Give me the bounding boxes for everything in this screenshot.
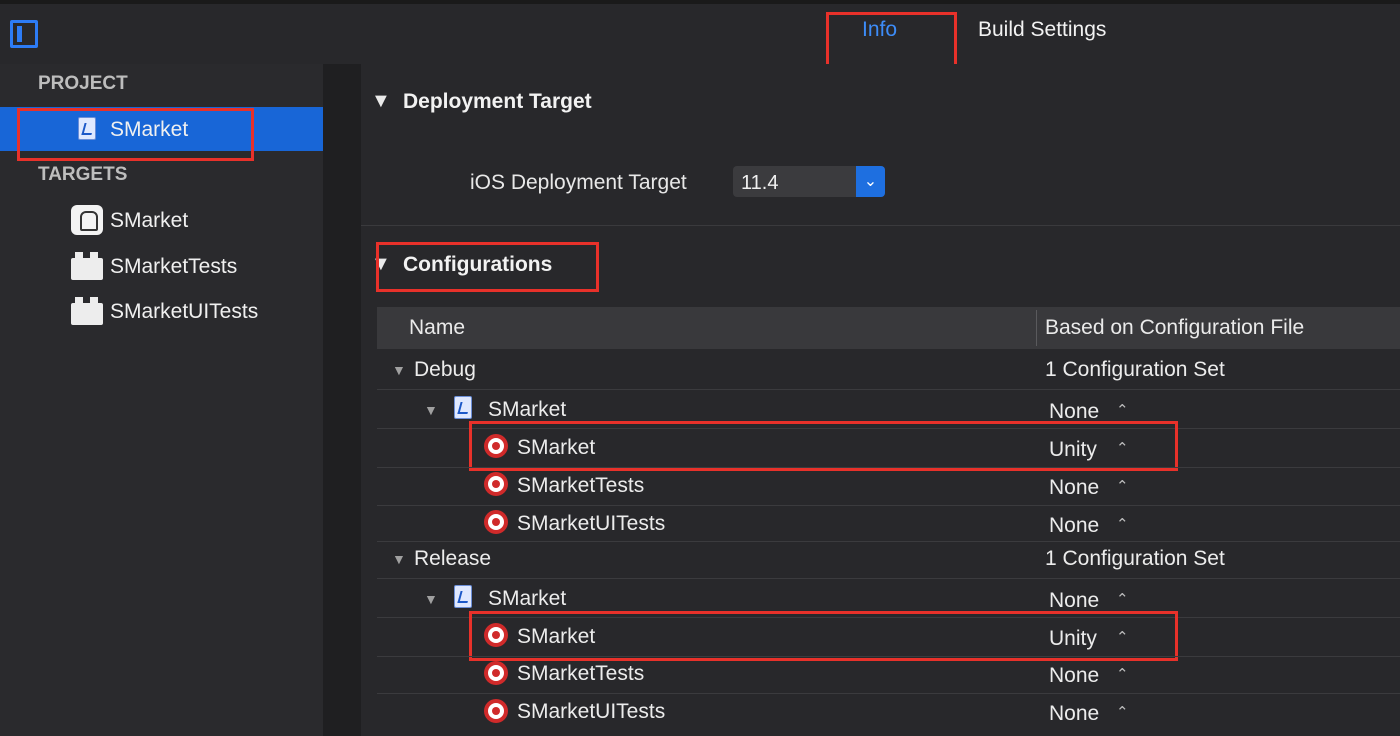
stepper-icon[interactable]: ⌃ (1116, 665, 1129, 683)
stepper-icon[interactable]: ⌃ (1116, 401, 1129, 419)
stepper-icon[interactable]: ⌃ (1116, 590, 1129, 608)
highlight-project (17, 108, 254, 161)
app-target-icon (71, 205, 103, 235)
tab-build-settings[interactable]: Build Settings (978, 18, 1106, 42)
highlight-configurations (376, 242, 599, 292)
chevron-down-icon[interactable]: ⌄ (856, 166, 885, 197)
target-icon (484, 510, 508, 534)
highlight-info-tab (826, 12, 957, 70)
column-separator (1036, 310, 1037, 346)
row-divider (377, 505, 1400, 506)
config-group-name: Debug (414, 358, 476, 381)
row-divider (377, 389, 1400, 390)
project-file-icon (454, 396, 472, 419)
highlight-release-smarket (469, 611, 1178, 661)
config-project-name: SMarket (488, 587, 567, 610)
config-file-select[interactable]: None (1049, 702, 1099, 726)
disclosure-triangle-icon[interactable]: ▼ (392, 362, 406, 378)
target-icon (484, 472, 508, 496)
top-toolbar (0, 0, 1400, 64)
ios-deployment-label: iOS Deployment Target (470, 171, 687, 194)
config-file-select[interactable]: None (1049, 476, 1099, 500)
highlight-debug-smarket (469, 421, 1178, 471)
config-group-name: Release (414, 547, 492, 570)
row-divider (377, 467, 1400, 468)
column-header-name[interactable]: Name (409, 316, 465, 340)
config-target-name: SMarketUITests (517, 512, 666, 535)
column-header-config-file[interactable]: Based on Configuration File (1045, 316, 1304, 340)
disclosure-triangle-icon[interactable]: ▼ (371, 90, 391, 113)
config-target-name: SMarketUITests (517, 700, 666, 723)
targets-heading: TARGETS (38, 164, 128, 185)
stepper-icon[interactable]: ⌃ (1116, 515, 1129, 533)
stepper-icon[interactable]: ⌃ (1116, 703, 1129, 721)
config-project-name: SMarket (488, 398, 567, 421)
row-divider (377, 693, 1400, 694)
row-divider (377, 656, 1400, 657)
target-icon (484, 699, 508, 723)
section-title-deployment: Deployment Target (403, 90, 592, 113)
project-heading: PROJECT (38, 73, 128, 94)
sidebar-item-target[interactable]: SMarket (110, 209, 188, 233)
config-target-name: SMarketTests (517, 474, 645, 497)
config-group-summary: 1 Configuration Set (1045, 358, 1225, 381)
test-bundle-icon (71, 252, 103, 280)
test-bundle-icon (71, 297, 103, 325)
stepper-icon[interactable]: ⌃ (1116, 477, 1129, 495)
disclosure-triangle-icon[interactable]: ▼ (424, 591, 438, 607)
disclosure-triangle-icon[interactable]: ▼ (392, 551, 406, 567)
config-file-select[interactable]: None (1049, 514, 1099, 538)
sidebar-item-target[interactable]: SMarketUITests (110, 300, 258, 324)
project-file-icon (454, 585, 472, 608)
ios-deployment-value: 11.4 (741, 172, 779, 194)
divider (361, 225, 1400, 226)
disclosure-triangle-icon[interactable]: ▼ (424, 402, 438, 418)
config-group-summary: 1 Configuration Set (1045, 547, 1225, 570)
config-file-select[interactable]: None (1049, 664, 1099, 688)
sidebar-toggle-icon[interactable] (10, 20, 38, 48)
row-divider (377, 578, 1400, 579)
sidebar-gutter (323, 64, 361, 736)
row-divider (377, 541, 1400, 542)
sidebar-item-target[interactable]: SMarketTests (110, 255, 237, 279)
config-file-select[interactable]: None (1049, 589, 1099, 613)
target-icon (484, 661, 508, 685)
config-target-name: SMarketTests (517, 662, 645, 685)
